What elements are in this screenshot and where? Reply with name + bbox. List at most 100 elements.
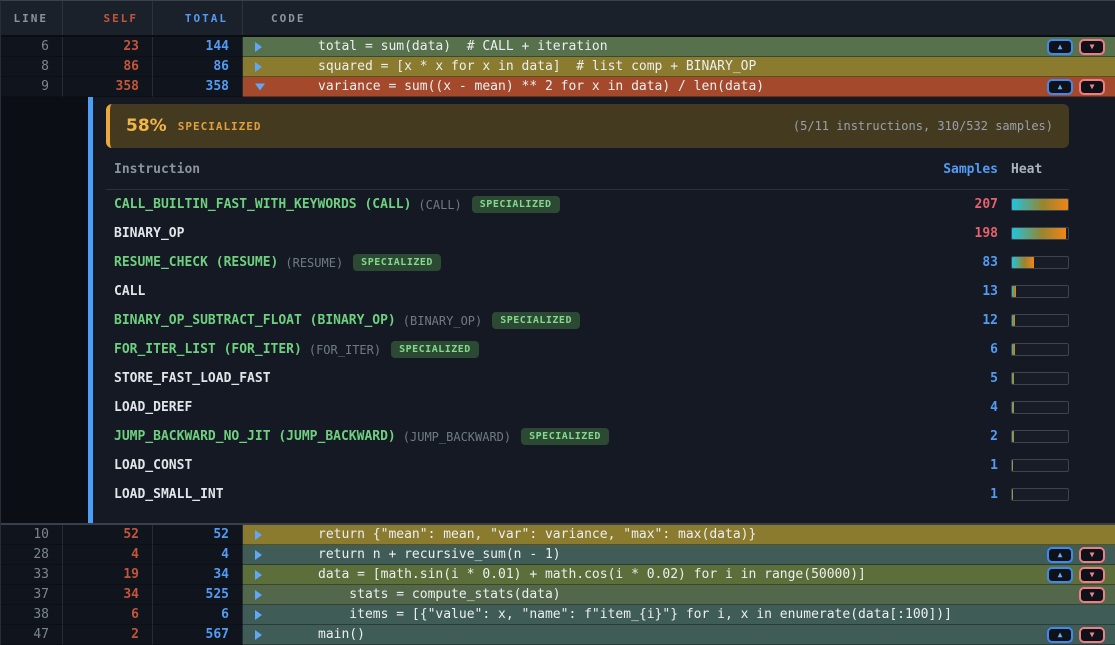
code-row: 472567main()▲▼ — [1, 625, 1115, 645]
expand-row-icon[interactable] — [255, 550, 262, 560]
specialized-badge: SPECIALIZED — [521, 428, 609, 445]
code-row: 9358358variance = sum((x - mean) ** 2 fo… — [1, 77, 1115, 97]
expand-row-icon[interactable] — [255, 62, 262, 72]
code-text: return {"mean": mean, "var": variance, "… — [243, 527, 756, 542]
jump-down-button[interactable]: ▼ — [1079, 547, 1105, 563]
sample-count: 13 — [926, 284, 998, 299]
code-row: 3734525 stats = compute_stats(data)▼ — [1, 585, 1115, 605]
self-samples: 6 — [63, 605, 153, 625]
instruction-row: LOAD_CONST1 — [106, 451, 1069, 480]
sample-count: 4 — [926, 400, 998, 415]
code-cell: total = sum(data) # CALL + iteration▲▼ — [243, 37, 1115, 57]
heat-bar — [1011, 372, 1069, 385]
instruction-row: STORE_FAST_LOAD_FAST5 — [106, 364, 1069, 393]
total-samples: 34 — [153, 565, 243, 585]
heat-bar-fill — [1012, 228, 1066, 239]
self-samples: 52 — [63, 525, 153, 545]
specialized-label: SPECIALIZED — [178, 120, 262, 133]
instruction-name: JUMP_BACKWARD_NO_JIT (JUMP_BACKWARD) — [114, 429, 396, 444]
line-number: 33 — [1, 565, 63, 585]
jump-up-button[interactable]: ▲ — [1047, 39, 1073, 55]
instruction-name-group: LOAD_DEREF — [106, 400, 926, 415]
code-cell: squared = [x * x for x in data] # list c… — [243, 57, 1115, 77]
expand-row-icon[interactable] — [255, 570, 262, 580]
instruction-base-opcode: (CALL) — [418, 198, 461, 212]
heat-bar-fill — [1012, 199, 1068, 210]
jump-down-button[interactable]: ▼ — [1079, 39, 1105, 55]
heat-bar — [1011, 256, 1069, 269]
code-rows-bottom: 105252return {"mean": mean, "var": varia… — [1, 523, 1115, 645]
total-samples: 144 — [153, 37, 243, 57]
row-nav-buttons: ▲▼ — [1047, 79, 1105, 95]
jump-down-button[interactable]: ▼ — [1079, 79, 1105, 95]
heat-bar-fill — [1012, 489, 1013, 500]
line-number: 6 — [1, 37, 63, 57]
heat-bar — [1011, 198, 1069, 211]
code-text: data = [math.sin(i * 0.01) + math.cos(i … — [243, 567, 866, 582]
heat-bar-fill — [1012, 431, 1014, 442]
specialized-badge: SPECIALIZED — [492, 312, 580, 329]
jump-up-button[interactable]: ▲ — [1047, 79, 1073, 95]
instruction-name: CALL_BUILTIN_FAST_WITH_KEYWORDS (CALL) — [114, 197, 411, 212]
instruction-name-group: RESUME_CHECK (RESUME)(RESUME)SPECIALIZED — [106, 254, 926, 271]
sample-count: 198 — [926, 226, 998, 241]
expand-row-icon[interactable] — [255, 590, 262, 600]
jump-up-button[interactable]: ▲ — [1047, 627, 1073, 643]
jump-down-button[interactable]: ▼ — [1079, 587, 1105, 603]
instruction-row: CALL_BUILTIN_FAST_WITH_KEYWORDS (CALL) (C… — [106, 190, 1069, 219]
heat-bar-fill — [1012, 460, 1013, 471]
instruction-row: BINARY_OP 198 — [106, 219, 1069, 248]
instruction-name: BINARY_OP_SUBTRACT_FLOAT (BINARY_OP) — [114, 313, 396, 328]
instruction-name: RESUME_CHECK (RESUME) — [114, 255, 278, 270]
expand-row-icon[interactable] — [255, 530, 262, 540]
code-text: items = [{"value": x, "name": f"item_{i}… — [243, 607, 952, 622]
jump-up-button[interactable]: ▲ — [1047, 547, 1073, 563]
heat-bar — [1011, 401, 1069, 414]
row-nav-buttons: ▲▼ — [1047, 39, 1105, 55]
self-samples: 358 — [63, 77, 153, 97]
instruction-row: CALL13 — [106, 277, 1069, 306]
instruction-rows: CALL_BUILTIN_FAST_WITH_KEYWORDS (CALL) (C… — [106, 190, 1069, 509]
expand-row-icon[interactable] — [255, 630, 262, 640]
column-header-instruction: Instruction — [106, 162, 926, 177]
instruction-row: JUMP_BACKWARD_NO_JIT (JUMP_BACKWARD)(JUM… — [106, 422, 1069, 451]
total-samples: 358 — [153, 77, 243, 97]
row-nav-buttons: ▼ — [1079, 587, 1105, 603]
instruction-base-opcode: (RESUME) — [285, 256, 343, 270]
instruction-base-opcode: (FOR_ITER) — [309, 343, 381, 357]
specialization-summary: (5/11 instructions, 310/532 samples) — [793, 119, 1053, 133]
heat-bar — [1011, 314, 1069, 327]
expand-row-icon[interactable] — [255, 610, 262, 620]
heat-bar-fill — [1012, 373, 1014, 384]
code-text: stats = compute_stats(data) — [243, 587, 561, 602]
code-text: total = sum(data) # CALL + iteration — [243, 39, 608, 54]
jump-up-button[interactable]: ▲ — [1047, 567, 1073, 583]
jump-down-button[interactable]: ▼ — [1079, 627, 1105, 643]
instruction-name-group: LOAD_CONST — [106, 458, 926, 473]
total-samples: 52 — [153, 525, 243, 545]
profiler-view: LINE SELF TOTAL CODE 623144total = sum(d… — [0, 0, 1115, 645]
total-samples: 86 — [153, 57, 243, 77]
line-number: 8 — [1, 57, 63, 77]
expand-row-icon[interactable] — [255, 42, 262, 52]
code-row: 623144total = sum(data) # CALL + iterati… — [1, 37, 1115, 57]
instruction-name: FOR_ITER_LIST (FOR_ITER) — [114, 342, 302, 357]
heat-bar — [1011, 488, 1069, 501]
line-number: 10 — [1, 525, 63, 545]
line-detail-section: 58% SPECIALIZED (5/11 instructions, 310/… — [1, 97, 1115, 523]
jump-down-button[interactable]: ▼ — [1079, 567, 1105, 583]
instruction-name-group: CALL_BUILTIN_FAST_WITH_KEYWORDS (CALL) (C… — [106, 196, 926, 213]
instruction-name: BINARY_OP — [114, 226, 184, 241]
collapse-row-icon[interactable] — [255, 83, 265, 90]
column-header-heat: Heat — [1011, 162, 1069, 177]
row-nav-buttons: ▲▼ — [1047, 547, 1105, 563]
instruction-row: RESUME_CHECK (RESUME)(RESUME)SPECIALIZED… — [106, 248, 1069, 277]
sample-count: 1 — [926, 487, 998, 502]
instruction-base-opcode: (BINARY_OP) — [403, 314, 482, 328]
self-samples: 34 — [63, 585, 153, 605]
instruction-name-group: BINARY_OP_SUBTRACT_FLOAT (BINARY_OP) (BIN… — [106, 312, 926, 329]
code-cell: variance = sum((x - mean) ** 2 for x in … — [243, 77, 1115, 97]
column-header-self: SELF — [63, 1, 153, 35]
sample-count: 1 — [926, 458, 998, 473]
sample-count: 2 — [926, 429, 998, 444]
